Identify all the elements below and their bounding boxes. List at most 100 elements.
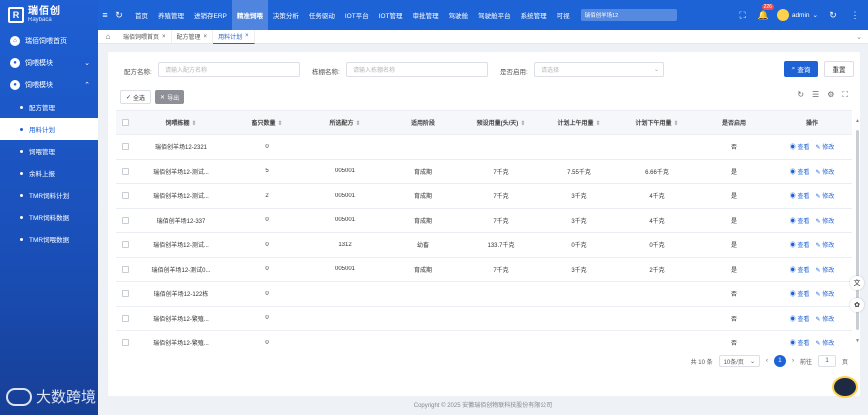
header-checkbox[interactable]: [116, 119, 134, 126]
table-row[interactable]: 瑞佰创羊场12-繁殖... 0 否 ◉ 查看 ✎ 修改: [116, 307, 852, 331]
edit-button[interactable]: ✎ 修改: [815, 341, 834, 347]
prev-page-icon[interactable]: ‹: [766, 358, 768, 364]
edit-button[interactable]: ✎ 修改: [815, 194, 834, 200]
table-row[interactable]: 瑞佰创羊场12-测试... 5 005001 育成期 7千克 7.55千克 6.66千克 是 ◉…: [116, 160, 852, 184]
nav-item-iot-mgmt[interactable]: IOT管理: [374, 0, 408, 30]
col-header[interactable]: 计划上午用量 ⇕: [540, 118, 618, 127]
bell-icon[interactable]: 🔔 226: [758, 3, 774, 21]
row-checkbox[interactable]: [116, 314, 134, 322]
nav-item-cockpit-platform[interactable]: 驾驶舱平台: [473, 0, 516, 30]
checkbox[interactable]: [121, 192, 129, 200]
nav-item-precision-feeding[interactable]: 精准饲喂: [231, 0, 268, 30]
export-button[interactable]: ✕ 导出: [155, 90, 185, 104]
sidebar-item-feeding-module-2[interactable]: ● 饲喂模块 ⌃: [0, 74, 98, 96]
sidebar-item-formula-mgmt[interactable]: 配方管理: [0, 96, 98, 118]
query-button[interactable]: ⌕ 查询: [784, 61, 818, 77]
edit-button[interactable]: ✎ 修改: [815, 292, 834, 298]
sort-icon[interactable]: ⇕: [520, 121, 525, 127]
checkbox[interactable]: [121, 290, 129, 298]
sort-icon[interactable]: ⇕: [355, 121, 360, 127]
view-button[interactable]: ◉ 查看: [790, 170, 810, 176]
next-page-icon[interactable]: ›: [792, 358, 794, 364]
col-header[interactable]: 所选配方 ⇕: [306, 118, 384, 127]
view-button[interactable]: ◉ 查看: [790, 243, 810, 249]
edit-button[interactable]: ✎ 修改: [815, 170, 834, 176]
sidebar-item-tmr-feed-data[interactable]: TMR饲料数据: [0, 206, 98, 228]
enabled-select[interactable]: 请选择 ⌄: [534, 62, 664, 77]
menu-toggle-icon[interactable]: ≡: [98, 10, 112, 20]
refresh-icon[interactable]: ↻: [797, 90, 804, 100]
row-checkbox[interactable]: [116, 192, 134, 200]
nav-item-visual[interactable]: 可视: [552, 0, 575, 30]
view-button[interactable]: ◉ 查看: [790, 292, 810, 298]
table-row[interactable]: 瑞佰创羊场12-337 0 005001 育成期 7千克 3千克 4千克 是 ◉ 查看 ✎ 修改: [116, 209, 852, 233]
col-header[interactable]: 畜只数量 ⇕: [228, 118, 306, 127]
page-number[interactable]: 1: [773, 355, 786, 367]
sidebar-item-home[interactable]: ⌂ 瑞佰饲喂首页: [0, 30, 98, 52]
scroll-up-icon[interactable]: ▲: [855, 118, 860, 124]
col-header[interactable]: 预设用量(头/天) ⇕: [462, 118, 540, 127]
checkbox[interactable]: [121, 339, 129, 347]
col-header[interactable]: 计划下午用量 ⇕: [618, 118, 696, 127]
row-checkbox[interactable]: [116, 241, 134, 249]
sidebar-item-leftover-report[interactable]: 余料上报: [0, 162, 98, 184]
sidebar-item-tmr-plan[interactable]: TMR饲料计划: [0, 184, 98, 206]
assistant-robot-icon[interactable]: [832, 376, 858, 398]
user-menu[interactable]: admin ⌄: [776, 9, 818, 21]
nav-item-iot-platform[interactable]: IOT平台: [340, 0, 374, 30]
edit-button[interactable]: ✎ 修改: [815, 317, 834, 323]
checkbox[interactable]: [121, 314, 129, 322]
view-button[interactable]: ◉ 查看: [790, 145, 810, 151]
checkbox[interactable]: [121, 265, 129, 273]
sort-icon[interactable]: ⇕: [673, 121, 678, 127]
widget-icon[interactable]: ✿: [850, 298, 864, 312]
close-icon[interactable]: ×: [162, 34, 166, 40]
nav-item-cockpit[interactable]: 驾驶舱: [444, 0, 474, 30]
fullscreen-icon[interactable]: ⛶: [736, 10, 750, 21]
pen-input[interactable]: 请输入栋棚名称: [346, 62, 488, 77]
checkbox[interactable]: [121, 143, 129, 151]
view-button[interactable]: ◉ 查看: [790, 194, 810, 200]
close-icon[interactable]: ×: [204, 34, 208, 40]
table-row[interactable]: 瑞佰创羊场12-繁殖... 0 否 ◉ 查看 ✎ 修改: [116, 331, 852, 348]
refresh-icon[interactable]: ↻: [826, 10, 840, 21]
checkbox[interactable]: [121, 119, 129, 126]
edit-button[interactable]: ✎ 修改: [815, 243, 834, 249]
goto-input[interactable]: 1: [817, 355, 836, 367]
nav-item-breeding[interactable]: 养殖管理: [153, 0, 189, 30]
checkbox[interactable]: [121, 216, 129, 224]
table-row[interactable]: 瑞佰创羊场12-测试... 0 1312 幼畜 133.7千克 0千克 0千克 是 ◉ 查看 ✎ …: [116, 233, 852, 258]
tab-home[interactable]: 瑞佰饲喂首页 ×: [118, 29, 172, 44]
edit-button[interactable]: ✎ 修改: [815, 219, 834, 225]
brand-logo[interactable]: R 瑞佰创 Raybaca: [0, 0, 98, 30]
chevron-down-icon[interactable]: ⌄: [856, 33, 862, 41]
page-size-select[interactable]: 10条/页 ⌄: [718, 355, 760, 367]
table-row[interactable]: 瑞佰创羊场12-测试... 2 005001 育成期 7千克 3千克 4千克 是 ◉ 查看 ✎ 修…: [116, 184, 852, 209]
refresh-icon[interactable]: ↻: [112, 10, 126, 21]
edit-button[interactable]: ✎ 修改: [815, 145, 834, 151]
checkbox[interactable]: [121, 241, 129, 249]
scroll-down-icon[interactable]: ▼: [855, 338, 860, 344]
view-button[interactable]: ◉ 查看: [790, 317, 810, 323]
home-icon[interactable]: ⌂: [98, 32, 118, 41]
nav-item-home[interactable]: 首页: [130, 0, 153, 30]
sidebar-item-material-plan[interactable]: 用料计划: [0, 118, 98, 140]
reset-button[interactable]: 重置: [824, 61, 854, 77]
nav-item-task[interactable]: 任务驱动: [304, 0, 340, 30]
columns-icon[interactable]: ☰: [812, 90, 819, 100]
sort-icon[interactable]: ⇕: [191, 121, 196, 127]
edit-button[interactable]: ✎ 修改: [815, 268, 834, 274]
row-checkbox[interactable]: [116, 167, 134, 175]
row-checkbox[interactable]: [116, 143, 134, 151]
nav-item-erp[interactable]: 进销存ERP: [189, 0, 232, 30]
row-checkbox[interactable]: [116, 216, 134, 224]
tab-formula[interactable]: 配方管理 ×: [172, 29, 214, 44]
sidebar-item-feeding-module-1[interactable]: ● 饲喂模块 ⌄: [0, 52, 98, 74]
nav-item-system[interactable]: 系统管理: [516, 0, 552, 30]
fullscreen-icon[interactable]: ⛶: [842, 90, 848, 100]
checkbox[interactable]: [121, 167, 129, 175]
sort-icon[interactable]: ⇕: [595, 121, 600, 127]
sidebar-item-tmr-feeding-data[interactable]: TMR饲喂数据: [0, 228, 98, 250]
select-all-button[interactable]: ✓ 全选: [120, 90, 152, 104]
view-button[interactable]: ◉ 查看: [790, 219, 810, 225]
